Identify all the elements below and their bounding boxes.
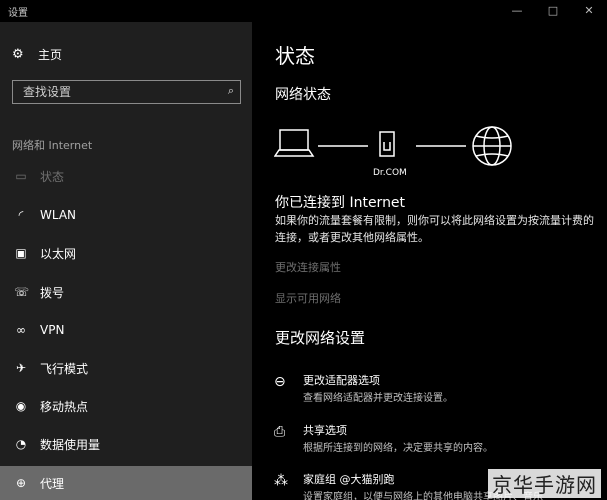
home-label: 主页 [38,48,63,62]
status-icon: ▭ [15,169,27,183]
main-content: 状态 网络状态 Dr.COM 你已连接到 Internet 如果你的流量套餐有限… [252,22,607,500]
option-title: 家庭组 @大猫别跑 [303,473,395,486]
sidebar-item-label: 移动热点 [40,399,89,414]
minimize-button[interactable]: — [502,2,532,20]
sidebar-item-label: 数据使用量 [40,437,101,452]
sharing-options[interactable]: ⎙ 共享选项 根据所连接到的网络，决定要共享的内容。 [274,422,604,456]
sidebar-item-data-usage[interactable]: ◔ 数据使用量 [0,428,252,460]
data-usage-icon: ◔ [15,437,27,451]
connection-description: 如果你的流量套餐有限制，则你可以将此网络设置为按流量计费的连接，或者更改其他网络… [275,214,594,244]
router-icon [379,131,395,157]
watermark: 京华手游网 [488,469,601,498]
close-button[interactable]: ✕ [574,2,604,20]
adapter-options[interactable]: ⊖ 更改适配器选项 查看网络适配器并更改连接设置。 [274,372,604,406]
gear-icon: ⚙ [12,47,24,62]
hotspot-icon: ◉ [15,399,27,413]
sidebar-item-hotspot[interactable]: ◉ 移动热点 [0,390,252,422]
sidebar-item-ethernet[interactable]: ▣ 以太网 [0,237,252,269]
sidebar-item-status[interactable]: ▭ 状态 [0,160,252,192]
home-link[interactable]: ⚙ 主页 [12,46,62,63]
sidebar-item-dialup[interactable]: ☏ 拨号 [0,276,252,308]
sidebar-item-label: 以太网 [40,246,77,261]
show-networks-link[interactable]: 显示可用网络 [275,290,341,306]
sidebar-item-vpn[interactable]: ∞ VPN [0,314,252,346]
search-icon[interactable]: ⌕ [228,84,234,98]
dialup-icon: ☏ [14,285,30,299]
sidebar-item-label: 飞行模式 [40,361,89,376]
laptop-icon [273,129,315,157]
sidebar-item-proxy[interactable]: ⊕ 代理 [0,466,252,500]
vpn-icon: ∞ [16,323,26,337]
sharing-icon: ⎙ [274,424,286,440]
option-title: 共享选项 [303,424,347,437]
option-title: 更改适配器选项 [303,374,380,387]
option-desc: 查看网络适配器并更改连接设置。 [303,393,453,404]
search-box: ⌕ [12,80,241,104]
airplane-icon: ✈ [15,361,27,375]
page-title: 状态 [275,44,315,68]
sidebar-item-label: 代理 [40,476,65,491]
sidebar-item-label: WLAN [40,208,77,222]
sidebar-item-label: 状态 [40,169,65,184]
adapter-icon: ⊖ [274,374,286,390]
network-status-heading: 网络状态 [275,87,331,103]
sidebar: ⚙ 主页 ⌕ 网络和 Internet ▭ 状态 ◜ WLAN ▣ 以太网 ☏ … [0,22,252,500]
globe-icon: ⊕ [15,476,27,490]
title-bar: 设置 — □ ✕ [0,0,607,22]
sidebar-item-label: 拨号 [40,285,65,300]
sidebar-item-label: VPN [40,323,65,337]
network-diagram: Dr.COM [273,122,604,182]
change-settings-heading: 更改网络设置 [275,329,366,347]
search-input[interactable] [13,81,223,103]
maximize-button[interactable]: □ [538,2,568,20]
window-title: 设置 [8,8,28,19]
ethernet-icon: ▣ [15,246,27,260]
section-title: 网络和 Internet [12,139,93,152]
sidebar-item-wlan[interactable]: ◜ WLAN [0,199,252,231]
connected-status: 你已连接到 Internet [275,195,406,211]
change-properties-link[interactable]: 更改连接属性 [275,259,341,275]
sidebar-item-airplane[interactable]: ✈ 飞行模式 [0,352,252,384]
wifi-icon: ◜ [18,208,24,222]
option-desc: 根据所连接到的网络，决定要共享的内容。 [303,443,493,454]
globe-icon [472,126,512,166]
homegroup-icon: ⁂ [274,473,288,489]
router-label: Dr.COM [373,168,407,178]
network-diagram-svg [273,126,512,166]
